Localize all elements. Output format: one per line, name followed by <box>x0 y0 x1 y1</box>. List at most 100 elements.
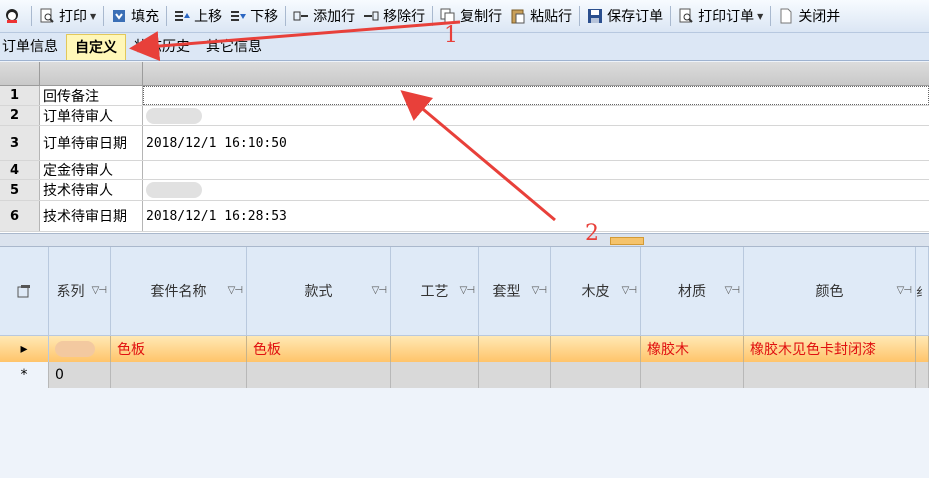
cell-set-type[interactable] <box>479 336 551 362</box>
paste-row-button[interactable]: 粘贴行 <box>506 3 576 29</box>
tab-order-info[interactable]: 订单信息 <box>0 34 66 60</box>
filter-pin-icon[interactable]: ▽⊣ <box>897 285 912 296</box>
cell-veneer[interactable] <box>551 336 641 362</box>
filter-pin-icon[interactable]: ▽⊣ <box>622 285 637 296</box>
property-label: 定金待审人 <box>40 161 143 179</box>
close-doc-icon <box>778 8 794 24</box>
tab-status-history[interactable]: 状态历史 <box>126 34 198 60</box>
cell-set-type[interactable] <box>479 362 551 388</box>
fill-icon <box>111 8 127 24</box>
property-row[interactable]: 3 订单待审日期 2018/12/1 16:10:50 <box>0 126 929 161</box>
save-order-button[interactable]: 保存订单 <box>583 3 667 29</box>
splitter-grip[interactable] <box>610 237 644 245</box>
cell-style[interactable] <box>247 362 391 388</box>
column-header-series[interactable]: 系列 ▽⊣ <box>49 247 111 336</box>
order-reviewer-field[interactable] <box>143 106 929 125</box>
move-up-icon <box>174 8 191 24</box>
chevron-down-icon[interactable]: ▼ <box>90 12 96 21</box>
column-header-set-type[interactable]: 套型 ▽⊣ <box>479 247 551 336</box>
column-title: 系列 <box>56 284 85 300</box>
property-label: 技术待审人 <box>40 180 143 200</box>
cell-series[interactable]: 0 <box>49 362 111 388</box>
property-row[interactable]: 4 定金待审人 <box>0 161 929 180</box>
filter-pin-icon[interactable]: ▽⊣ <box>372 285 387 296</box>
copy-row-button[interactable]: 复制行 <box>436 3 506 29</box>
toolbar-separator <box>166 6 168 26</box>
row-number: 2 <box>0 106 40 125</box>
cell-craft[interactable] <box>391 336 479 362</box>
cell-kit-name[interactable]: 色板 <box>111 336 247 362</box>
move-up-label: 上移 <box>194 9 223 25</box>
cell-color[interactable] <box>744 362 916 388</box>
filter-pin-icon[interactable]: ▽⊣ <box>92 285 107 296</box>
row-number: 4 <box>0 161 40 179</box>
toolbar-separator <box>285 6 287 26</box>
deposit-reviewer-field[interactable] <box>143 161 929 179</box>
column-header-style[interactable]: 款式 ▽⊣ <box>247 247 391 336</box>
return-remark-field[interactable] <box>143 86 929 105</box>
copy-row-icon <box>440 8 456 24</box>
print-button[interactable]: 打印 ▼ <box>35 3 100 29</box>
panel-splitter[interactable] <box>0 233 929 247</box>
column-header-overflow[interactable]: 纟 <box>916 247 929 336</box>
qq-button[interactable] <box>0 3 28 29</box>
cell-overflow[interactable] <box>916 362 929 388</box>
property-row[interactable]: 6 技术待审日期 2018/12/1 16:28:53 <box>0 201 929 232</box>
property-label: 订单待审日期 <box>40 126 143 160</box>
filter-pin-icon[interactable]: ▽⊣ <box>460 285 475 296</box>
filter-pin-icon[interactable]: ▽⊣ <box>228 285 243 296</box>
order-review-date-field[interactable]: 2018/12/1 16:10:50 <box>143 126 929 160</box>
property-row[interactable]: 2 订单待审人 <box>0 106 929 126</box>
tab-strip: 订单信息 自定义 状态历史 其它信息 <box>0 33 929 61</box>
cell-kit-name[interactable] <box>111 362 247 388</box>
filter-pin-icon[interactable]: ▽⊣ <box>532 285 547 296</box>
tech-reviewer-field[interactable] <box>143 180 929 200</box>
cell-style[interactable]: 色板 <box>247 336 391 362</box>
column-header-kit-name[interactable]: 套件名称 ▽⊣ <box>111 247 247 336</box>
column-chooser-icon[interactable] <box>0 247 49 336</box>
cell-material[interactable]: 橡胶木 <box>641 336 744 362</box>
column-header-craft[interactable]: 工艺 ▽⊣ <box>391 247 479 336</box>
tech-review-date-field[interactable]: 2018/12/1 16:28:53 <box>143 201 929 231</box>
close-button-label: 关闭并 <box>798 9 841 25</box>
print-order-label: 打印订单 <box>698 9 755 25</box>
column-header-veneer[interactable]: 木皮 ▽⊣ <box>551 247 641 336</box>
move-up-button[interactable]: 上移 <box>170 3 226 29</box>
fill-button-label: 填充 <box>131 9 160 25</box>
toolbar-separator <box>770 6 772 26</box>
new-row[interactable]: * 0 <box>0 362 929 388</box>
move-down-button[interactable]: 下移 <box>226 3 282 29</box>
tab-custom[interactable]: 自定义 <box>66 34 126 60</box>
fill-button[interactable]: 填充 <box>107 3 163 29</box>
header-label-column <box>40 62 143 86</box>
cell-series[interactable] <box>49 336 111 362</box>
row-number: 1 <box>0 86 40 105</box>
cell-material[interactable] <box>641 362 744 388</box>
close-button[interactable]: 关闭并 <box>774 3 844 29</box>
move-down-icon <box>230 8 247 24</box>
column-title: 材质 <box>678 284 706 300</box>
add-row-button[interactable]: 添加行 <box>289 3 359 29</box>
remove-row-icon <box>363 8 379 24</box>
print-order-button[interactable]: 打印订单 ▼ <box>674 3 767 29</box>
order-detail-grid: 系列 ▽⊣ 套件名称 ▽⊣ 款式 ▽⊣ 工艺 ▽⊣ 套型 ▽⊣ 木皮 ▽⊣ 材质 ▽⊣ 颜色 ▽… <box>0 247 929 478</box>
chevron-down-icon[interactable]: ▼ <box>757 12 763 21</box>
cell-color[interactable]: 橡胶木见色卡封闭漆 <box>744 336 916 362</box>
filter-pin-icon[interactable]: ▽⊣ <box>725 285 740 296</box>
column-header-color[interactable]: 颜色 ▽⊣ <box>744 247 916 336</box>
property-row[interactable]: 5 技术待审人 <box>0 180 929 201</box>
property-label: 订单待审人 <box>40 106 143 125</box>
cell-craft[interactable] <box>391 362 479 388</box>
cell-veneer[interactable] <box>551 362 641 388</box>
property-row[interactable]: 1 回传备注 <box>0 86 929 106</box>
remove-row-button[interactable]: 移除行 <box>359 3 429 29</box>
save-icon <box>587 8 603 24</box>
cell-overflow[interactable] <box>916 336 929 362</box>
order-window: 打印 ▼ 填充 上移 下移 添加行 移除行 复制行 粘贴行 保存订单 打印订单 … <box>0 0 929 478</box>
column-header-material[interactable]: 材质 ▽⊣ <box>641 247 744 336</box>
column-title: 套件名称 <box>150 284 207 300</box>
table-row[interactable]: ▸ 色板 色板 橡胶木 橡胶木见色卡封闭漆 <box>0 336 929 362</box>
tab-other-info[interactable]: 其它信息 <box>198 34 270 60</box>
print-button-label: 打印 <box>59 9 87 25</box>
toolbar-separator <box>670 6 672 26</box>
